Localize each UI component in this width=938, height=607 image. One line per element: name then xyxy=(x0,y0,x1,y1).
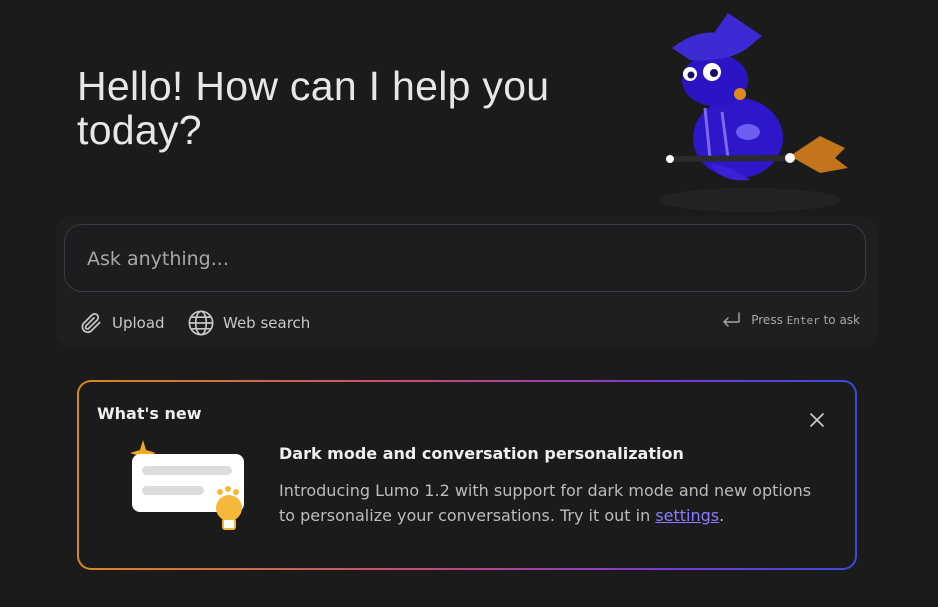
enter-key-label: Enter xyxy=(786,314,820,327)
ask-input[interactable] xyxy=(85,243,829,275)
chat-bubble-illustration xyxy=(130,440,244,530)
whats-new-card: What's new Dark mode and conversation pe… xyxy=(77,380,857,570)
whats-new-body: Introducing Lumo 1.2 with support for da… xyxy=(279,481,812,525)
settings-link[interactable]: settings xyxy=(655,506,719,525)
upload-button[interactable]: Upload xyxy=(78,307,165,339)
upload-label: Upload xyxy=(112,314,165,332)
whats-new-headline: Dark mode and conversation personalizati… xyxy=(279,444,684,463)
greeting-heading: Hello! How can I help you today? xyxy=(77,63,550,153)
web-search-button[interactable]: Web search xyxy=(187,307,310,339)
web-search-label: Web search xyxy=(223,314,311,332)
enter-arrow-icon xyxy=(723,312,740,327)
close-icon[interactable] xyxy=(807,410,827,430)
paperclip-icon xyxy=(81,312,101,334)
whats-new-title: What's new xyxy=(97,404,202,423)
enter-hint-text: Press Enter to ask xyxy=(751,313,860,327)
ask-box[interactable] xyxy=(64,224,866,292)
cat-witch-mascot-illustration xyxy=(660,13,848,212)
globe-icon xyxy=(188,310,214,336)
enter-hint: Press Enter to ask xyxy=(721,311,860,329)
